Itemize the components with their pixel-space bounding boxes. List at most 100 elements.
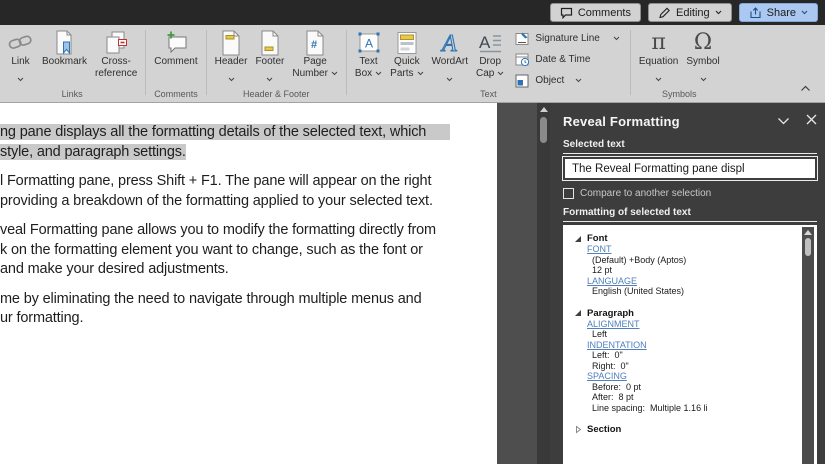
text-box-button[interactable]: A Text Box bbox=[351, 25, 386, 80]
comments-button-label: Comments bbox=[578, 7, 631, 19]
date-time-icon bbox=[514, 52, 530, 67]
pane-close-button[interactable] bbox=[806, 112, 817, 130]
comment-button[interactable]: Comment bbox=[150, 25, 201, 68]
wordart-button[interactable]: A WordArt bbox=[428, 25, 473, 74]
equation-button-label: Equation bbox=[639, 56, 678, 68]
signature-line-label: Signature Line bbox=[535, 33, 600, 44]
ribbon-group-comments: Comment Comments bbox=[147, 25, 204, 102]
document-text-line[interactable]: veal Formatting pane allows you to modif… bbox=[0, 221, 497, 241]
word-window: Comments Editing Share bbox=[0, 0, 825, 464]
format-section-paragraph[interactable]: Paragraph bbox=[575, 308, 799, 319]
selected-text-label: Selected text bbox=[563, 139, 817, 150]
ribbon-group-symbols: π Equation Ω Symbol Symbols bbox=[632, 25, 727, 102]
date-time-label: Date & Time bbox=[535, 54, 590, 65]
chevron-down-icon bbox=[777, 112, 790, 130]
quick-parts-label-line2: Parts bbox=[390, 68, 413, 80]
format-section-section[interactable]: Section bbox=[575, 424, 799, 435]
format-value: Line spacing: Multiple 1.16 li bbox=[592, 404, 799, 414]
compare-checkbox[interactable] bbox=[563, 188, 574, 199]
object-button[interactable]: Object bbox=[514, 72, 620, 89]
ribbon-divider bbox=[145, 30, 146, 95]
new-comment-icon bbox=[162, 29, 189, 56]
chevron-down-icon bbox=[446, 69, 453, 74]
collapse-ribbon-button[interactable] bbox=[800, 79, 811, 97]
chevron-down-icon bbox=[228, 69, 235, 74]
equation-button[interactable]: π Equation bbox=[635, 25, 682, 74]
format-link-spacing[interactable]: SPACING bbox=[587, 372, 627, 382]
ribbon-group-label-text: Text bbox=[480, 89, 497, 99]
formatting-tree-panel: Font FONT (Default) +Body (Aptos) 12 pt … bbox=[563, 225, 817, 464]
editing-button-label: Editing bbox=[676, 7, 710, 19]
footer-button[interactable]: Footer bbox=[251, 25, 288, 74]
format-link-alignment[interactable]: ALIGNMENT bbox=[587, 320, 640, 330]
scroll-up-arrow-icon[interactable] bbox=[804, 230, 812, 235]
chevron-down-icon bbox=[331, 68, 338, 80]
selected-text-input[interactable] bbox=[563, 157, 817, 180]
symbol-omega-icon: Ω bbox=[694, 31, 712, 55]
chevron-down-icon bbox=[17, 69, 24, 74]
ribbon-group-label-comments: Comments bbox=[154, 89, 198, 99]
text-box-label-line1: Text bbox=[359, 56, 377, 68]
comments-button[interactable]: Comments bbox=[550, 3, 641, 22]
document-scrollbar[interactable] bbox=[537, 103, 550, 464]
format-section-title: Font bbox=[587, 233, 608, 244]
formatting-tree-scrollbar[interactable] bbox=[802, 227, 814, 464]
format-link-indentation[interactable]: INDENTATION bbox=[587, 341, 647, 351]
pane-collapse-button[interactable] bbox=[777, 112, 790, 130]
wordart-icon: A bbox=[437, 29, 463, 56]
comment-bubble-icon bbox=[560, 7, 573, 19]
ribbon-divider bbox=[346, 30, 347, 95]
drop-cap-button[interactable]: A Drop Cap bbox=[472, 25, 508, 80]
pencil-icon bbox=[658, 7, 671, 19]
main-area: ng pane displays all the formatting deta… bbox=[0, 103, 825, 464]
format-link-language[interactable]: LANGUAGE bbox=[587, 277, 637, 287]
signature-line-button[interactable]: Signature Line bbox=[514, 30, 620, 47]
cross-reference-icon bbox=[104, 29, 128, 56]
quick-parts-icon bbox=[396, 29, 418, 56]
svg-text:#: # bbox=[311, 39, 317, 51]
scrollbar-thumb[interactable] bbox=[540, 117, 547, 143]
document-text-line[interactable]: l Formatting pane, press Shift + F1. The… bbox=[0, 172, 497, 192]
wordart-button-label: WordArt bbox=[432, 56, 469, 68]
chevron-down-icon bbox=[801, 10, 808, 15]
editing-mode-button[interactable]: Editing bbox=[648, 3, 732, 22]
document-text-line[interactable]: ur formatting. bbox=[0, 309, 497, 329]
title-bar: Comments Editing Share bbox=[0, 0, 825, 25]
drop-cap-label-line2: Cap bbox=[476, 68, 494, 80]
format-value: Left bbox=[592, 330, 799, 340]
bookmark-button[interactable]: Bookmark bbox=[38, 25, 91, 68]
document-text-line[interactable]: and make your desired adjustments. bbox=[0, 260, 497, 280]
date-time-button[interactable]: Date & Time bbox=[514, 51, 620, 68]
document-text-line[interactable]: providing a breakdown of the formatting … bbox=[0, 192, 497, 212]
selected-text-line[interactable]: style, and paragraph settings. bbox=[0, 144, 186, 160]
document-canvas[interactable]: ng pane displays all the formatting deta… bbox=[0, 103, 497, 464]
page-number-button[interactable]: # Page Number bbox=[288, 25, 342, 80]
header-icon bbox=[221, 29, 241, 56]
header-button[interactable]: Header bbox=[211, 25, 252, 74]
format-section-font[interactable]: Font bbox=[575, 233, 799, 244]
cross-reference-button[interactable]: Cross- reference bbox=[91, 25, 141, 80]
chevron-down-icon bbox=[497, 68, 504, 80]
header-button-label: Header bbox=[215, 56, 248, 68]
format-value: (Default) +Body (Aptos) bbox=[592, 256, 799, 266]
page-number-label-line2: Number bbox=[292, 68, 328, 80]
format-value: Left: 0" bbox=[592, 351, 799, 361]
format-link-font[interactable]: FONT bbox=[587, 245, 612, 255]
quick-parts-button[interactable]: Quick Parts bbox=[386, 25, 427, 80]
comment-button-label: Comment bbox=[154, 56, 197, 68]
selected-text-line[interactable]: ng pane displays all the formatting deta… bbox=[0, 124, 450, 140]
formatting-of-selected-text-label: Formatting of selected text bbox=[563, 207, 817, 218]
document-text-line[interactable]: me by eliminating the need to navigate t… bbox=[0, 290, 497, 310]
share-button[interactable]: Share bbox=[739, 3, 818, 22]
compare-selection-row: Compare to another selection bbox=[563, 188, 817, 199]
document-text-line[interactable]: k on the formatting element you want to … bbox=[0, 241, 497, 261]
symbol-button[interactable]: Ω Symbol bbox=[682, 25, 723, 74]
link-button[interactable]: Link bbox=[3, 25, 38, 74]
close-icon bbox=[806, 112, 817, 130]
scrollbar-thumb[interactable] bbox=[805, 238, 811, 256]
svg-text:A: A bbox=[440, 31, 457, 56]
scroll-up-arrow-icon[interactable] bbox=[540, 107, 548, 112]
section-divider bbox=[563, 153, 817, 154]
format-value: English (United States) bbox=[592, 287, 799, 297]
ribbon-group-header-footer: Header Footer # bbox=[208, 25, 345, 102]
